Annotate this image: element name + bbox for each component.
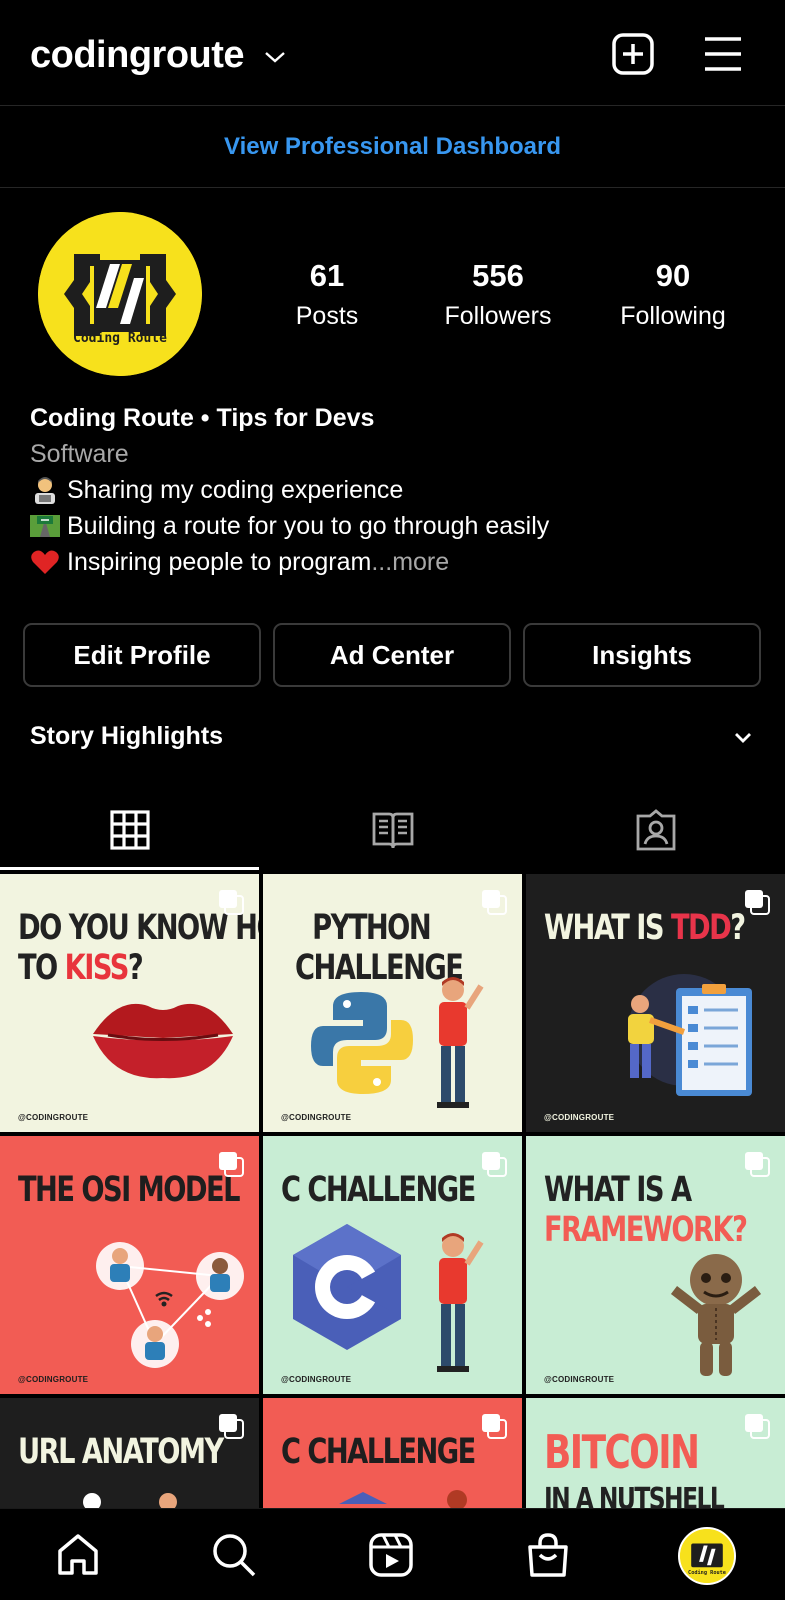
- posts-count[interactable]: 61 Posts: [262, 258, 392, 331]
- post-handle: @CODINGROUTE: [544, 1375, 615, 1384]
- bio-text: Inspiring people to program: [67, 548, 372, 576]
- bio-more-link[interactable]: more: [392, 544, 449, 580]
- stat-label: Posts: [295, 302, 359, 330]
- carousel-icon: [745, 1152, 770, 1177]
- stat-value: 556: [472, 258, 524, 293]
- bio-line: Inspiring people to program... more: [30, 544, 770, 580]
- profile-category: Software: [30, 440, 129, 468]
- profile-name: Coding Route • Tips for Devs: [30, 404, 375, 432]
- carousel-icon: [482, 1152, 507, 1177]
- following-count[interactable]: 90 Following: [603, 258, 743, 331]
- stat-value: 61: [309, 258, 345, 293]
- bio-text: Sharing my coding experience: [67, 476, 404, 504]
- person-illustration: [437, 977, 484, 1108]
- followers-count[interactable]: 556 Followers: [428, 258, 568, 331]
- post-handle: @CODINGROUTE: [18, 1113, 89, 1122]
- illustration-fragment: [339, 1490, 467, 1508]
- person-illustration: [437, 1233, 484, 1372]
- post-handle: @CODINGROUTE: [281, 1375, 352, 1384]
- new-post-icon[interactable]: [611, 32, 655, 76]
- technologist-emoji-icon: [35, 477, 55, 504]
- professional-dashboard-link[interactable]: View Professional Dashboard: [0, 106, 785, 188]
- coding-route-logo: Coding Route: [680, 1529, 734, 1583]
- bottom-navigation: Coding Route: [0, 1508, 785, 1600]
- post-handle: @CODINGROUTE: [18, 1375, 89, 1384]
- chevron-down-icon[interactable]: [264, 50, 286, 64]
- reels-icon[interactable]: [367, 1531, 415, 1579]
- post-thumbnail[interactable]: C CHALLENGE @CODINGROUTE: [263, 1136, 522, 1394]
- chevron-down-icon[interactable]: [733, 731, 753, 745]
- c-language-logo: [293, 1224, 401, 1350]
- post-thumbnail[interactable]: BITCOIN IN A NUTSHELL: [526, 1398, 785, 1508]
- post-handle: @CODINGROUTE: [281, 1113, 352, 1122]
- tab-guides[interactable]: [263, 790, 522, 872]
- post-thumbnail[interactable]: URL ANATOMY: [0, 1398, 259, 1508]
- bio-line: Sharing my coding experience: [30, 472, 770, 508]
- active-tab-indicator: [0, 867, 259, 870]
- post-title: BITCOIN IN A NUTSHELL: [544, 1425, 725, 1508]
- post-thumbnail[interactable]: PYTHON CHALLENGE @CODINGROUTE: [263, 874, 522, 1132]
- post-title: C CHALLENGE: [281, 1170, 476, 1210]
- profile-avatar-tab[interactable]: Coding Route: [678, 1527, 736, 1585]
- post-title: C CHALLENGE: [281, 1432, 476, 1472]
- tab-posts-grid[interactable]: [0, 790, 259, 872]
- username-switcher[interactable]: codingroute: [30, 34, 245, 77]
- stat-label: Followers: [444, 302, 552, 330]
- carousel-icon: [219, 1414, 244, 1439]
- post-handle: @CODINGROUTE: [544, 1113, 615, 1122]
- post-title: WHAT IS TDD?: [544, 908, 746, 948]
- tab-tagged[interactable]: [526, 790, 785, 872]
- carousel-icon: [745, 890, 770, 915]
- post-title: URL ANATOMY: [18, 1432, 224, 1472]
- bio-ellipsis: ...: [371, 548, 393, 576]
- profile-bio: Coding Route • Tips for Devs Software Sh…: [30, 400, 770, 580]
- search-icon[interactable]: [210, 1531, 258, 1579]
- carousel-icon: [219, 1152, 244, 1177]
- ad-center-button[interactable]: Ad Center: [273, 623, 511, 687]
- profile-avatar[interactable]: Coding Route: [38, 212, 202, 376]
- carousel-icon: [219, 890, 244, 915]
- post-title: DO YOU KNOW HOW TO KISS?: [18, 908, 259, 988]
- insights-button[interactable]: Insights: [523, 623, 761, 687]
- home-icon[interactable]: [54, 1531, 102, 1579]
- post-title: THE OSI MODEL: [18, 1170, 241, 1210]
- edit-profile-button[interactable]: Edit Profile: [23, 623, 261, 687]
- svg-text:Coding Route: Coding Route: [73, 331, 167, 346]
- top-bar: codingroute: [0, 0, 785, 106]
- guides-icon: [372, 812, 414, 849]
- motorway-emoji-icon: [30, 515, 60, 537]
- post-thumbnail[interactable]: WHAT IS TDD? @CODINGROUTE: [526, 874, 785, 1132]
- checklist-illustration: [628, 974, 752, 1096]
- illustration-fragment: [83, 1493, 177, 1508]
- post-title: WHAT IS A FRAMEWORK?: [544, 1170, 748, 1250]
- svg-text:Coding Route: Coding Route: [688, 1570, 726, 1576]
- python-logo: [311, 992, 413, 1094]
- post-thumbnail[interactable]: C CHALLENGE: [263, 1398, 522, 1508]
- tagged-icon: [636, 809, 676, 851]
- post-thumbnail[interactable]: WHAT IS A FRAMEWORK? @CODINGROUTE: [526, 1136, 785, 1394]
- shop-icon[interactable]: [524, 1531, 572, 1579]
- lips-illustration: [93, 1003, 233, 1079]
- posts-grid: DO YOU KNOW HOW TO KISS? @CODINGROUTE PY…: [0, 874, 785, 1508]
- carousel-icon: [745, 1414, 770, 1439]
- stat-value: 90: [655, 258, 691, 293]
- sackboy-illustration: [670, 1254, 762, 1376]
- network-people-illustration: [96, 1242, 244, 1368]
- red-heart-emoji-icon: [31, 550, 59, 574]
- menu-icon[interactable]: [703, 35, 743, 73]
- profile-tabs: [0, 790, 785, 872]
- carousel-icon: [482, 1414, 507, 1439]
- bio-text: Building a route for you to go through e…: [67, 512, 550, 540]
- post-thumbnail[interactable]: DO YOU KNOW HOW TO KISS? @CODINGROUTE: [0, 874, 259, 1132]
- stat-label: Following: [620, 302, 726, 330]
- story-highlights-title[interactable]: Story Highlights: [30, 722, 223, 751]
- post-thumbnail[interactable]: THE OSI MODEL @CODINGROUTE: [0, 1136, 259, 1394]
- grid-icon: [110, 810, 150, 850]
- carousel-icon: [482, 890, 507, 915]
- coding-route-logo: Coding Route: [38, 212, 202, 376]
- bio-line: Building a route for you to go through e…: [30, 508, 770, 544]
